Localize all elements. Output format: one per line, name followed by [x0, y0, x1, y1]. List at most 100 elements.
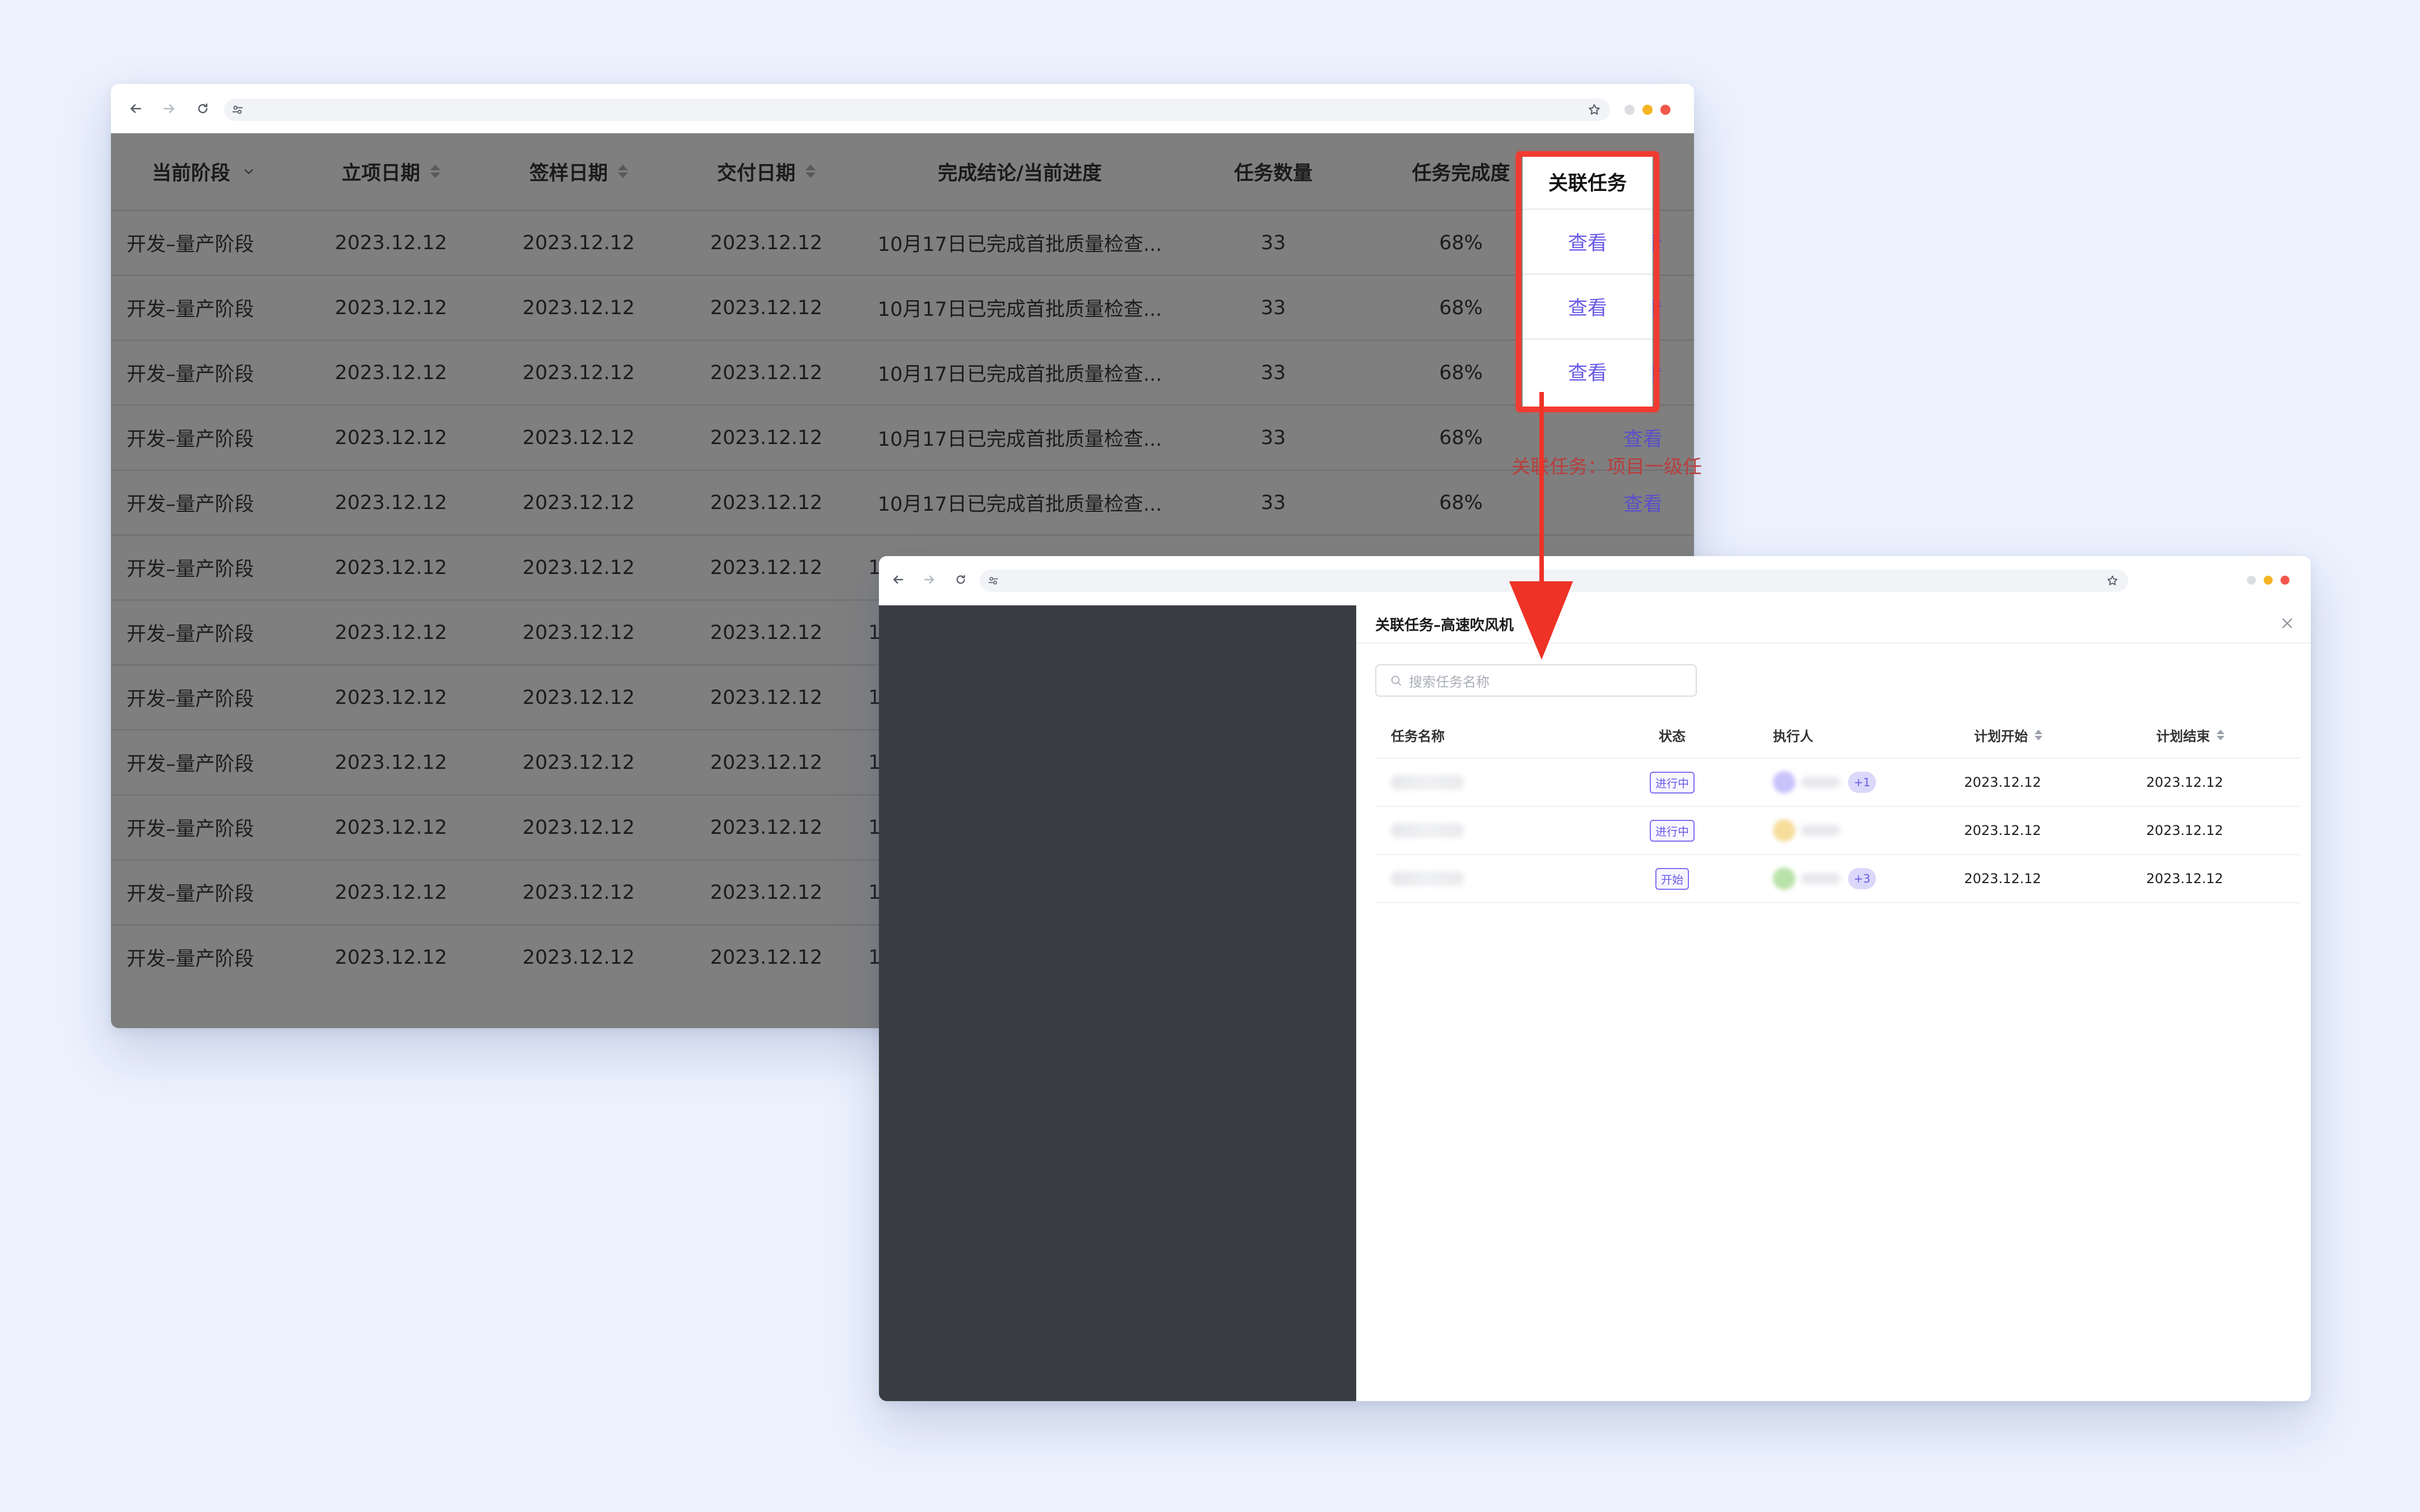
- cell-setup-date: 2023.12.12: [334, 621, 448, 644]
- search-placeholder: 搜索任务名称: [1409, 674, 1490, 690]
- status-badge: 进行中: [1650, 771, 1695, 794]
- cell-sample-date: 2023.12.12: [522, 231, 635, 254]
- more-assignees-badge[interactable]: +1: [1848, 772, 1876, 793]
- highlight-red-frame: [1516, 151, 1659, 412]
- cell-sample-date: 2023.12.12: [522, 946, 635, 969]
- cell-stage: 开发–量产阶段: [127, 688, 254, 711]
- forward-arrow-icon[interactable]: [157, 96, 182, 121]
- cell-delivery-date: 2023.12.12: [710, 816, 823, 839]
- col-conclusion-header: 完成结论/当前进度: [938, 162, 1102, 185]
- site-settings-icon[interactable]: [230, 102, 245, 118]
- cell-sample-date: 2023.12.12: [522, 751, 635, 774]
- cell-delivery-date: 2023.12.12: [710, 296, 823, 319]
- red-arrow-pointer: [1509, 392, 1573, 660]
- cell-delivery-date: 2023.12.12: [710, 881, 823, 904]
- task-row[interactable]: 开始 +3 2023.12.12 2023.12.12: [1375, 855, 2300, 903]
- cell-delivery-date: 2023.12.12: [710, 946, 823, 969]
- close-icon[interactable]: [2276, 612, 2298, 634]
- table-row: 开发–量产阶段 2023.12.12 2023.12.12 2023.12.12 10月…: [111, 339, 1694, 404]
- drawer-title: 关联任务–高速吹风机: [1375, 617, 1514, 634]
- forward-arrow-icon[interactable]: [918, 568, 941, 591]
- avatar: [1773, 819, 1795, 842]
- reload-icon[interactable]: [190, 96, 215, 121]
- back-arrow-icon[interactable]: [887, 568, 909, 591]
- task-name-blurred: [1391, 807, 1464, 854]
- sort-icon[interactable]: [2217, 729, 2224, 740]
- cell-stage: 开发–量产阶段: [127, 363, 254, 386]
- col-sample-date-header[interactable]: 签样日期: [486, 133, 671, 209]
- window-dot-gray[interactable]: [1625, 105, 1635, 115]
- sort-icon[interactable]: [806, 165, 816, 178]
- col-plan-end-header[interactable]: 计划结束: [2115, 712, 2266, 758]
- col-stage-header[interactable]: 当前阶段: [111, 133, 296, 209]
- cell-stage: 开发–量产阶段: [127, 234, 254, 256]
- bookmark-star-icon[interactable]: [2105, 573, 2120, 589]
- window-dot-red[interactable]: [1660, 105, 1670, 115]
- cell-stage: 开发–量产阶段: [127, 493, 254, 516]
- col-plan-start-header[interactable]: 计划开始: [1935, 712, 2081, 758]
- cell-task-count: 33: [1260, 296, 1286, 319]
- cell-stage: 开发–量产阶段: [127, 428, 254, 451]
- back-arrow-icon[interactable]: [123, 96, 148, 121]
- cell-stage: 开发–量产阶段: [127, 623, 254, 646]
- cell-sample-date: 2023.12.12: [522, 816, 635, 839]
- browser-toolbar: [879, 556, 2311, 605]
- status-badge: 开始: [1655, 867, 1689, 890]
- cell-sample-date: 2023.12.12: [522, 426, 635, 449]
- status-cell: 进行中: [1622, 759, 1723, 806]
- cell-stage: 开发–量产阶段: [127, 948, 254, 970]
- cell-conclusion: 10月17日已完成首批质量检查...: [877, 428, 1162, 451]
- assignee-cell: +1: [1773, 759, 1876, 806]
- site-settings-icon[interactable]: [985, 573, 1001, 589]
- reload-icon[interactable]: [950, 568, 972, 591]
- cell-stage: 开发–量产阶段: [127, 753, 254, 776]
- status-cell: 开始: [1622, 855, 1723, 902]
- avatar: [1773, 867, 1795, 890]
- cell-delivery-date: 2023.12.12: [710, 686, 823, 709]
- sort-icon[interactable]: [430, 165, 440, 178]
- col-assignee-header: 执行人: [1773, 728, 1813, 744]
- address-bar[interactable]: [224, 99, 1610, 121]
- cell-delivery-date: 2023.12.12: [710, 361, 823, 384]
- cell-task-count: 33: [1260, 361, 1286, 384]
- cell-stage: 开发–量产阶段: [127, 818, 254, 841]
- cell-task-count: 33: [1260, 231, 1286, 254]
- cell-setup-date: 2023.12.12: [334, 426, 448, 449]
- view-link[interactable]: 查看: [1573, 471, 1694, 534]
- search-icon: [1391, 675, 1402, 686]
- tasks-table-header: 任务名称 状态 执行人 计划开始 计划结束: [1375, 712, 2300, 759]
- window-dot-red[interactable]: [2281, 576, 2289, 585]
- task-row[interactable]: 进行中 +1 2023.12.12 2023.12.12: [1375, 759, 2300, 807]
- sort-icon[interactable]: [2035, 729, 2042, 740]
- window-dot-gray[interactable]: [2247, 576, 2256, 585]
- task-name-blurred: [1391, 855, 1464, 902]
- cell-stage: 开发–量产阶段: [127, 298, 254, 321]
- linked-tasks-drawer: 关联任务–高速吹风机 搜索任务名称 任务名称 状态 执行人 计划开始 计划结束 …: [1356, 605, 2311, 1401]
- col-task-count-header: 任务数量: [1234, 162, 1313, 185]
- dimmed-backdrop[interactable]: [879, 605, 1356, 1401]
- col-delivery-date-header[interactable]: 交付日期: [674, 133, 859, 209]
- more-assignees-badge[interactable]: +3: [1848, 868, 1876, 889]
- status-cell: 进行中: [1622, 807, 1723, 854]
- plan-start-cell: 2023.12.12: [1964, 774, 2041, 790]
- cell-setup-date: 2023.12.12: [334, 491, 448, 514]
- cell-setup-date: 2023.12.12: [334, 361, 448, 384]
- redacted-text: [1801, 873, 1840, 884]
- cell-stage: 开发–量产阶段: [127, 883, 254, 906]
- window-controls: [1625, 105, 1670, 115]
- cell-setup-date: 2023.12.12: [334, 556, 448, 579]
- cell-sample-date: 2023.12.12: [522, 556, 635, 579]
- cell-task-count: 33: [1260, 426, 1286, 449]
- plan-end-cell: 2023.12.12: [2146, 774, 2223, 790]
- window-dot-yellow[interactable]: [1642, 105, 1653, 115]
- chevron-down-icon[interactable]: [243, 165, 255, 178]
- sort-icon[interactable]: [618, 165, 628, 178]
- cell-setup-date: 2023.12.12: [334, 686, 448, 709]
- task-row[interactable]: 进行中 2023.12.12 2023.12.12: [1375, 807, 2300, 855]
- cell-sample-date: 2023.12.12: [522, 881, 635, 904]
- window-dot-yellow[interactable]: [2264, 576, 2273, 585]
- bookmark-star-icon[interactable]: [1586, 102, 1602, 118]
- col-setup-date-header[interactable]: 立项日期: [299, 133, 483, 209]
- cell-sample-date: 2023.12.12: [522, 491, 635, 514]
- task-search-input[interactable]: 搜索任务名称: [1375, 664, 1697, 697]
